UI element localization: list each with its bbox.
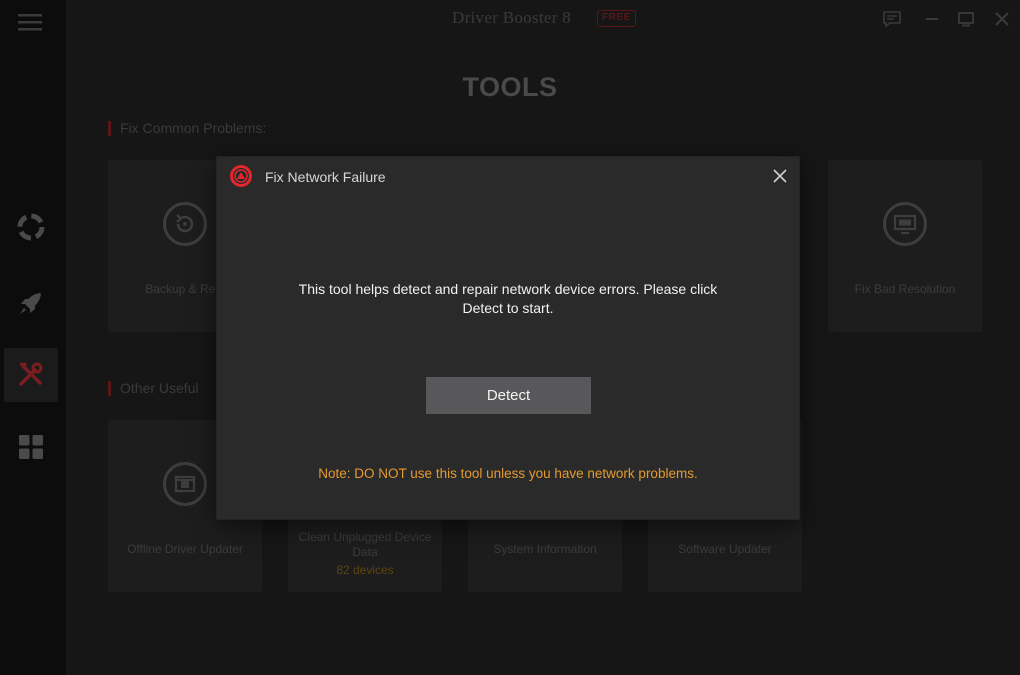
offline-updater-icon <box>174 475 196 493</box>
card-label: System Information <box>493 542 597 556</box>
close-icon <box>995 12 1009 26</box>
rocket-icon <box>20 293 41 314</box>
close-button[interactable] <box>992 9 1012 29</box>
sidebar-item-tools[interactable] <box>4 348 58 402</box>
dialog-close-button[interactable] <box>769 165 791 187</box>
title-bar: Driver Booster 8 FREE <box>66 0 1020 38</box>
page-title: TOOLS <box>462 72 558 102</box>
card-label: Offline Driver Updater <box>127 542 243 556</box>
app-logo-icon <box>229 164 253 188</box>
sidebar-item-scan[interactable] <box>4 200 58 254</box>
maximize-button[interactable] <box>956 9 976 29</box>
section-fix-common-problems: Fix Common Problems: <box>108 120 266 136</box>
section-other-useful: Other Useful <box>108 380 199 396</box>
chat-icon <box>883 11 901 28</box>
dialog-warning-note: Note: DO NOT use this tool unless you ha… <box>318 466 698 481</box>
minimize-icon <box>926 18 938 20</box>
fix-network-failure-dialog: Fix Network Failure This tool helps dete… <box>217 157 799 519</box>
sidebar-item-boost[interactable] <box>4 276 58 330</box>
sidebar-item-action-center[interactable] <box>4 420 58 474</box>
dialog-message: This tool helps detect and repair networ… <box>298 281 718 316</box>
minimize-button[interactable] <box>922 9 942 29</box>
app-title: Driver Booster 8 <box>452 8 572 27</box>
card-label: Clean Unplugged Device Data <box>298 530 432 559</box>
monitor-icon <box>893 214 917 235</box>
maximize-icon <box>958 12 974 27</box>
card-fix-bad-resolution[interactable]: Fix Bad Resolution <box>828 160 982 332</box>
free-badge: FREE <box>597 10 636 27</box>
restore-icon <box>176 214 194 233</box>
feedback-button[interactable] <box>882 9 902 29</box>
tools-icon <box>19 362 43 386</box>
detect-button[interactable]: Detect <box>426 377 591 414</box>
grid-icon <box>19 435 43 459</box>
lifebuoy-icon <box>17 213 45 241</box>
dialog-title: Fix Network Failure <box>265 169 386 185</box>
card-label: Fix Bad Resolution <box>854 282 956 296</box>
card-label: Software Updater <box>678 542 772 556</box>
card-device-count: 82 devices <box>336 563 394 577</box>
close-icon <box>773 169 787 183</box>
menu-icon[interactable] <box>17 12 43 32</box>
